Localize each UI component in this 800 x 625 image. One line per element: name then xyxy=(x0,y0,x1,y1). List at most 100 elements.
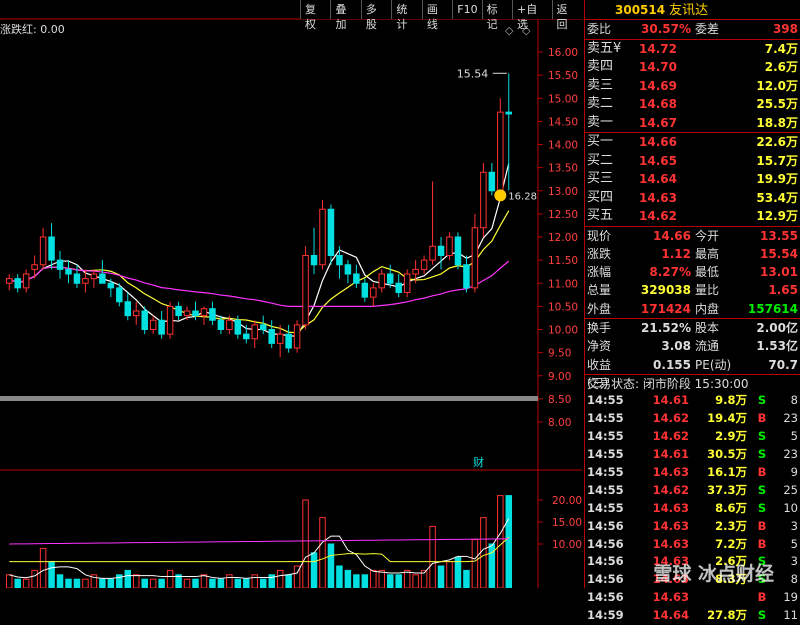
candle-body[interactable] xyxy=(226,319,233,330)
ask-row[interactable]: 卖五¥ 14.72 7.4万 xyxy=(585,40,800,59)
candle-body[interactable] xyxy=(124,301,132,317)
y-tick-label: 15.00 xyxy=(548,93,578,105)
candle-body[interactable] xyxy=(22,273,30,289)
candle-body[interactable] xyxy=(217,319,225,330)
candle-body[interactable] xyxy=(31,264,38,270)
ask-row[interactable]: 卖四 14.70 2.6万 xyxy=(585,58,800,77)
candle-body[interactable] xyxy=(336,255,343,266)
volume-bar xyxy=(200,574,208,588)
candle-body[interactable] xyxy=(480,171,487,229)
vol-tick-label: 15.00 xyxy=(552,517,582,529)
candle-body[interactable] xyxy=(132,310,140,317)
candle-body[interactable] xyxy=(192,310,199,317)
kline-chart[interactable]: 16.00 15.50 15.00 14.50 14.00 13.50 13.00 12.50… xyxy=(0,0,582,588)
volume-bar xyxy=(276,569,284,588)
candle-body[interactable] xyxy=(412,268,419,275)
bid-row[interactable]: 买一 14.66 22.6万 xyxy=(585,133,800,152)
candle-body[interactable] xyxy=(166,305,174,335)
candle-body[interactable] xyxy=(344,264,352,275)
ask-row[interactable]: 卖三 14.69 12.0万 xyxy=(585,77,800,96)
toolbar-button-4[interactable]: 画线 xyxy=(421,0,453,31)
bid-row[interactable]: 买四 14.63 53.4万 xyxy=(585,189,800,208)
trades-list[interactable]: 14:55 14.61 9.8万 S 8 14:55 14.62 19.4万 B 23 14:55 1… xyxy=(585,392,800,625)
candle-body[interactable] xyxy=(395,282,402,293)
candle-body[interactable] xyxy=(14,278,21,289)
candle-body[interactable] xyxy=(463,264,470,289)
candle-body[interactable] xyxy=(505,111,513,115)
candle-body[interactable] xyxy=(99,273,106,284)
candle-body[interactable] xyxy=(327,208,335,256)
candle-body[interactable] xyxy=(48,236,55,261)
candle-body[interactable] xyxy=(386,273,394,284)
toolbar-button-7[interactable]: +自选 xyxy=(512,0,552,31)
volume-bar xyxy=(344,569,352,588)
candle-body[interactable] xyxy=(454,236,462,266)
ask-row[interactable]: 卖二 14.68 25.5万 xyxy=(585,95,800,114)
candle-body[interactable] xyxy=(107,282,115,289)
candle-body[interactable] xyxy=(276,333,284,344)
candle-body[interactable] xyxy=(446,236,453,256)
candle-body[interactable] xyxy=(73,273,81,284)
candle-body[interactable] xyxy=(285,333,292,349)
candle-body[interactable] xyxy=(175,305,182,317)
volume-bar xyxy=(302,499,309,588)
candle-body[interactable] xyxy=(90,273,98,280)
candle-body[interactable] xyxy=(56,259,64,270)
candle-body[interactable] xyxy=(471,227,479,289)
toolbar-button-3[interactable]: 统计 xyxy=(391,0,422,31)
volume-bar xyxy=(217,578,225,588)
candle-body[interactable] xyxy=(403,273,411,293)
ma-marker-icon[interactable] xyxy=(494,189,507,202)
candle-body[interactable] xyxy=(378,273,386,289)
volume-bar xyxy=(370,569,377,588)
kline-chart-area[interactable]: 16.00 15.50 15.00 14.50 14.00 13.50 13.00 12.50… xyxy=(0,0,582,588)
volume-bar xyxy=(259,578,267,588)
candle-body[interactable] xyxy=(259,324,267,330)
candle-body[interactable] xyxy=(234,319,242,335)
chart-toolbar: 复权 叠加 多股 统计 画线 F10 标记 +自选 返回 xyxy=(300,0,582,31)
candle-body[interactable] xyxy=(82,278,89,284)
candle-body[interactable] xyxy=(116,287,123,303)
candle-body[interactable] xyxy=(353,273,360,284)
candle-body[interactable] xyxy=(243,333,250,340)
candle-body[interactable] xyxy=(183,310,191,317)
candle-body[interactable] xyxy=(497,111,504,192)
candle-body[interactable] xyxy=(310,255,318,266)
fin-marker[interactable]: 财 xyxy=(473,455,484,469)
trade-row: 14:55 14.61 30.5万 S 23 xyxy=(587,447,798,462)
candle-body[interactable] xyxy=(39,236,47,266)
toolbar-button-2[interactable]: 多股 xyxy=(360,0,392,31)
diamond-icon[interactable]: ◇ xyxy=(505,24,514,37)
toolbar-button-6[interactable]: 标记 xyxy=(481,0,513,31)
bid-row[interactable]: 买二 14.65 15.7万 xyxy=(585,152,800,171)
bid-row[interactable]: 买五 14.62 12.9万 xyxy=(585,207,800,226)
candle-body[interactable] xyxy=(149,319,157,330)
candle-body[interactable] xyxy=(200,308,208,317)
candle-body[interactable] xyxy=(209,308,216,321)
ask-row[interactable]: 卖一 14.67 18.8万 xyxy=(585,114,800,133)
candle-body[interactable] xyxy=(5,278,13,284)
candle-body[interactable] xyxy=(488,171,496,192)
toolbar-button-1[interactable]: 叠加 xyxy=(330,0,361,31)
bid-row[interactable]: 买三 14.64 19.9万 xyxy=(585,170,800,189)
volume-bar xyxy=(158,578,165,588)
candle-body[interactable] xyxy=(319,208,326,266)
volume-bar xyxy=(14,578,21,588)
candle-body[interactable] xyxy=(437,245,445,256)
candle-body[interactable] xyxy=(268,329,275,344)
candle-body[interactable] xyxy=(361,282,369,298)
toolbar-button-5[interactable]: F10 xyxy=(452,0,482,19)
candle-body[interactable] xyxy=(429,245,436,261)
candle-body[interactable] xyxy=(420,259,428,270)
candle-body[interactable] xyxy=(141,310,148,330)
candle-body[interactable] xyxy=(302,255,309,326)
candle-body[interactable] xyxy=(251,324,259,340)
candle-body[interactable] xyxy=(158,319,165,335)
scroll-bar[interactable] xyxy=(0,396,538,401)
candle-body[interactable] xyxy=(293,324,301,349)
toolbar-button-0[interactable]: 复权 xyxy=(300,0,331,31)
toolbar-button-8[interactable]: 返回 xyxy=(551,0,582,31)
candle-body[interactable] xyxy=(370,287,377,298)
candle-body[interactable] xyxy=(65,268,72,275)
volume-bar xyxy=(327,543,335,588)
